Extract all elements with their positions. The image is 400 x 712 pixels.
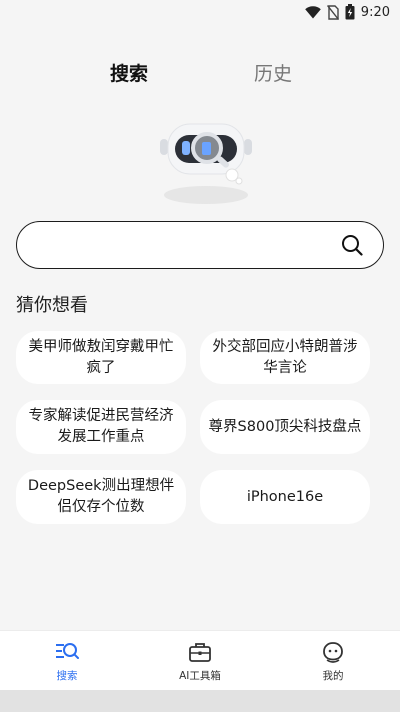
nav-item-profile[interactable]: 我的 (266, 631, 400, 691)
bottom-nav: 搜索 AI工具箱 我的 (0, 630, 400, 690)
no-sim-icon (326, 4, 339, 20)
suggestion-chip[interactable]: DeepSeek测出理想伴侣仅存个位数 (16, 470, 186, 524)
search-icon[interactable] (341, 234, 363, 256)
battery-icon (345, 4, 355, 20)
nav-label-ai-toolbox: AI工具箱 (179, 670, 221, 682)
suggestion-text: iPhone16e (246, 488, 324, 505)
suggestion-chip[interactable]: 外交部回应小特朗普涉华言论 (200, 331, 370, 384)
search-box (16, 221, 384, 269)
nav-item-ai-toolbox[interactable]: AI工具箱 (133, 631, 267, 691)
suggestion-text: 美甲师做敖闰穿戴甲忙疯了 (28, 338, 174, 376)
nav-item-search[interactable]: 搜索 (0, 631, 134, 691)
suggestion-chip[interactable]: iPhone16e (200, 470, 370, 524)
suggestions-title: 猜你想看 (16, 295, 88, 316)
suggestion-text: 尊界S800顶尖科技盘点 (208, 418, 362, 435)
nav-label-search: 搜索 (56, 670, 78, 682)
system-nav-strip (0, 690, 400, 712)
suggestion-chip[interactable]: 尊界S800顶尖科技盘点 (200, 400, 370, 454)
status-bar: 9:20 (0, 0, 400, 24)
suggestion-text: DeepSeek测出理想伴侣仅存个位数 (27, 478, 175, 515)
tab-bar: 搜索 历史 (0, 58, 400, 92)
suggestion-chip[interactable]: 专家解读促进民营经济发展工作重点 (16, 400, 186, 454)
robot-mascot-icon (160, 123, 252, 204)
search-input[interactable] (35, 230, 335, 260)
suggestion-text: 专家解读促进民营经济发展工作重点 (28, 408, 174, 445)
suggestion-chip[interactable]: 美甲师做敖闰穿戴甲忙疯了 (16, 331, 186, 384)
tab-history[interactable]: 历史 (243, 58, 303, 90)
suggestion-text: 外交部回应小特朗普涉华言论 (212, 338, 358, 376)
search-list-icon (56, 643, 79, 659)
status-time: 9:20 (360, 4, 390, 20)
nav-label-profile: 我的 (322, 670, 344, 682)
tab-search[interactable]: 搜索 (99, 58, 159, 90)
toolbox-icon (189, 643, 211, 662)
profile-icon (323, 642, 343, 663)
wifi-icon (304, 5, 321, 18)
